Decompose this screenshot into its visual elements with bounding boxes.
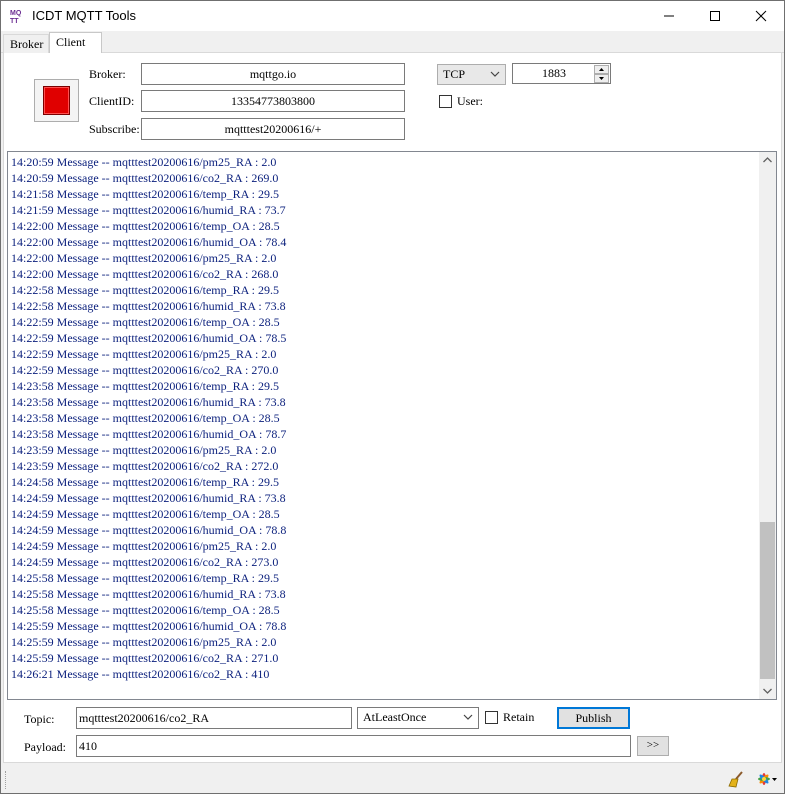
status-bar <box>1 765 784 793</box>
log-line: 14:21:58 Message -- mqtttest20200616/tem… <box>11 187 279 201</box>
status-grip <box>5 771 8 789</box>
log-line: 14:23:59 Message -- mqtttest20200616/co2… <box>11 459 279 473</box>
tab-broker[interactable]: Broker <box>3 34 49 53</box>
log-line: 14:22:59 Message -- mqtttest20200616/co2… <box>11 363 279 377</box>
expand-payload-button[interactable]: >> <box>637 736 669 756</box>
retain-label: Retain <box>503 710 535 724</box>
close-button[interactable] <box>738 1 784 31</box>
retain-checkbox[interactable] <box>485 711 498 724</box>
minimize-icon <box>664 15 674 17</box>
log-line: 14:22:59 Message -- mqtttest20200616/tem… <box>11 315 280 329</box>
clientid-label: ClientID: <box>89 94 135 108</box>
app-window: MQ TT ICDT MQTT Tools Broker Client Brok… <box>0 0 785 794</box>
scroll-up-button[interactable] <box>759 152 776 169</box>
message-log[interactable]: 14:20:59 Message -- mqtttest20200616/pm2… <box>7 151 777 700</box>
topic-label: Topic: <box>24 712 55 726</box>
close-icon <box>755 10 767 22</box>
log-line: 14:22:58 Message -- mqtttest20200616/hum… <box>11 299 286 313</box>
log-line: 14:24:59 Message -- mqtttest20200616/co2… <box>11 555 279 569</box>
svg-text:MQ: MQ <box>10 10 22 17</box>
log-line: 14:23:58 Message -- mqtttest20200616/hum… <box>11 427 287 441</box>
title-bar: MQ TT ICDT MQTT Tools <box>1 1 784 31</box>
log-line: 14:25:59 Message -- mqtttest20200616/hum… <box>11 619 287 633</box>
log-line: 14:25:58 Message -- mqtttest20200616/hum… <box>11 587 286 601</box>
log-line: 14:23:58 Message -- mqtttest20200616/tem… <box>11 411 280 425</box>
tab-strip: Broker Client <box>1 31 784 54</box>
user-checkbox[interactable] <box>439 95 452 108</box>
topic-field[interactable]: mqtttest20200616/co2_RA <box>76 707 352 729</box>
subscribe-label: Subscribe: <box>89 122 140 136</box>
port-increment-button[interactable] <box>594 65 609 74</box>
arrow-up-icon <box>599 68 604 71</box>
port-stepper[interactable]: 1883 <box>512 63 611 84</box>
payload-label: Payload: <box>24 740 66 754</box>
log-line: 14:23:58 Message -- mqtttest20200616/hum… <box>11 395 286 409</box>
clientid-field[interactable]: 13354773803800 <box>141 90 405 112</box>
mqtt-app-icon: MQ TT <box>10 8 26 25</box>
log-line: 14:22:59 Message -- mqtttest20200616/hum… <box>11 331 287 345</box>
maximize-button[interactable] <box>692 1 738 31</box>
svg-text:TT: TT <box>10 18 19 24</box>
message-log-lines: 14:20:59 Message -- mqtttest20200616/pm2… <box>11 154 756 682</box>
log-line: 14:24:59 Message -- mqtttest20200616/pm2… <box>11 539 277 553</box>
chevron-up-icon <box>763 157 772 163</box>
log-line: 14:26:21 Message -- mqtttest20200616/co2… <box>11 667 270 681</box>
log-scrollbar[interactable] <box>759 152 776 699</box>
log-line: 14:24:59 Message -- mqtttest20200616/hum… <box>11 523 287 537</box>
log-line: 14:23:58 Message -- mqtttest20200616/tem… <box>11 379 279 393</box>
log-line: 14:20:59 Message -- mqtttest20200616/co2… <box>11 171 279 185</box>
payload-field[interactable]: 410 <box>76 735 631 757</box>
log-line: 14:22:00 Message -- mqtttest20200616/co2… <box>11 267 279 281</box>
log-line: 14:25:59 Message -- mqtttest20200616/pm2… <box>11 635 277 649</box>
window-title: ICDT MQTT Tools <box>32 8 137 23</box>
log-line: 14:24:59 Message -- mqtttest20200616/tem… <box>11 507 280 521</box>
log-line: 14:22:00 Message -- mqtttest20200616/tem… <box>11 219 280 233</box>
connection-status-indicator <box>43 86 70 115</box>
log-line: 14:21:59 Message -- mqtttest20200616/hum… <box>11 203 286 217</box>
tab-client[interactable]: Client <box>49 32 102 54</box>
chevron-down-icon <box>490 71 500 77</box>
broom-icon[interactable] <box>728 770 746 788</box>
qos-select[interactable]: AtLeastOnce <box>357 707 479 729</box>
log-line: 14:22:00 Message -- mqtttest20200616/hum… <box>11 235 287 249</box>
subscribe-field[interactable]: mqtttest20200616/+ <box>141 118 405 140</box>
log-line: 14:25:58 Message -- mqtttest20200616/tem… <box>11 571 279 585</box>
minimize-button[interactable] <box>646 1 692 31</box>
maximize-icon <box>710 11 720 21</box>
user-label: User: <box>457 94 483 108</box>
log-line: 14:22:00 Message -- mqtttest20200616/pm2… <box>11 251 277 265</box>
port-value: 1883 <box>542 66 566 80</box>
port-decrement-button[interactable] <box>594 74 609 83</box>
qos-select-value: AtLeastOnce <box>363 710 427 724</box>
scroll-down-button[interactable] <box>759 682 776 699</box>
log-line: 14:23:59 Message -- mqtttest20200616/pm2… <box>11 443 277 457</box>
log-line: 14:20:59 Message -- mqtttest20200616/pm2… <box>11 155 277 169</box>
scroll-thumb[interactable] <box>760 522 775 679</box>
log-line: 14:24:59 Message -- mqtttest20200616/hum… <box>11 491 286 505</box>
arrow-down-icon <box>599 77 604 80</box>
log-line: 14:25:58 Message -- mqtttest20200616/tem… <box>11 603 280 617</box>
log-line: 14:22:59 Message -- mqtttest20200616/pm2… <box>11 347 277 361</box>
log-line: 14:25:59 Message -- mqtttest20200616/co2… <box>11 651 279 665</box>
chevron-down-icon <box>463 714 473 720</box>
protocol-select-value: TCP <box>443 67 466 81</box>
publish-button[interactable]: Publish <box>557 707 630 729</box>
broker-field[interactable]: mqttgo.io <box>141 63 405 85</box>
protocol-select[interactable]: TCP <box>437 64 506 85</box>
log-line: 14:22:58 Message -- mqtttest20200616/tem… <box>11 283 279 297</box>
chevron-down-icon <box>763 688 772 694</box>
log-line: 14:24:58 Message -- mqtttest20200616/tem… <box>11 475 279 489</box>
connect-button[interactable] <box>34 79 79 122</box>
broker-label: Broker: <box>89 67 126 81</box>
color-wheel-icon[interactable] <box>756 770 778 788</box>
